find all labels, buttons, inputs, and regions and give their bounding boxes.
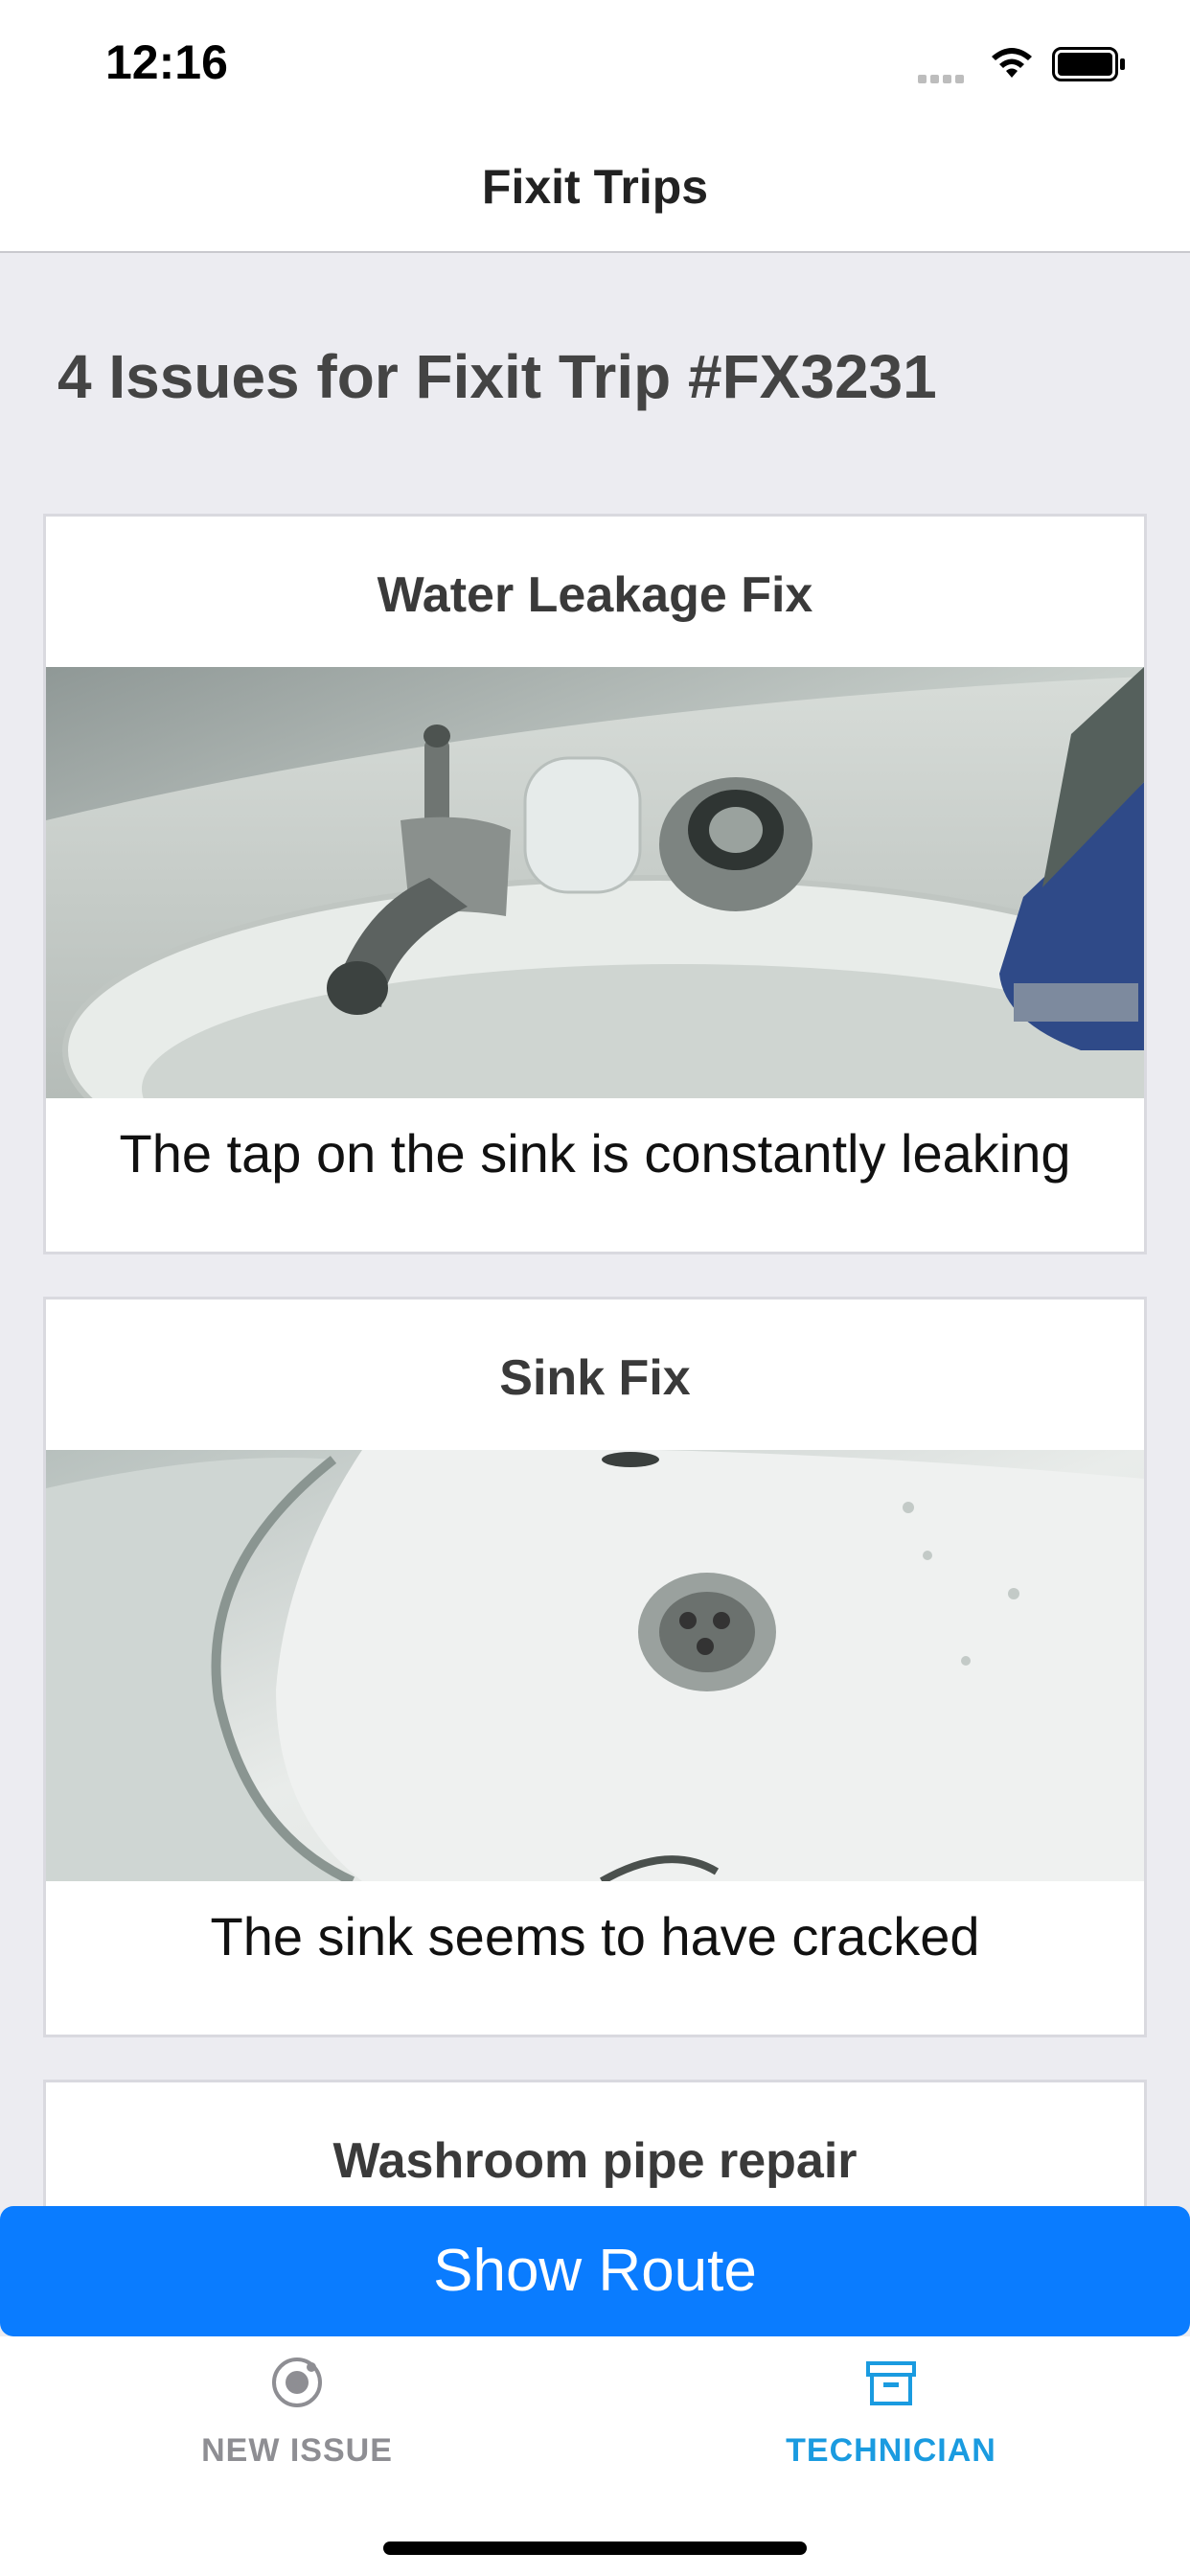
status-time: 12:16: [105, 35, 228, 89]
target-icon: [272, 2358, 322, 2407]
page-title: Fixit Trips: [481, 160, 709, 214]
cellular-signal-icon: [918, 71, 968, 88]
issue-photo: [46, 1450, 1144, 1881]
show-route-button[interactable]: Show Route: [0, 2206, 1190, 2336]
tab-bar: NEW ISSUE TECHNICIAN: [0, 2336, 1190, 2576]
issue-card[interactable]: Water Leakage Fix The tap on the sink is…: [43, 514, 1147, 1254]
tab-label: TECHNICIAN: [786, 2432, 996, 2469]
tab-new-issue[interactable]: NEW ISSUE: [96, 2354, 498, 2470]
archive-box-icon: [866, 2361, 916, 2405]
wifi-icon: [992, 48, 1032, 78]
status-bar: 12:16: [0, 0, 1190, 128]
trip-issues-heading: 4 Issues for Fixit Trip #FX3231: [57, 342, 937, 411]
home-indicator[interactable]: [383, 2542, 807, 2555]
issue-title: Sink Fix: [499, 1350, 691, 1406]
navigation-bar: Fixit Trips: [0, 128, 1190, 253]
tab-label: NEW ISSUE: [201, 2432, 393, 2469]
issue-photo: [46, 667, 1144, 1098]
tab-technician[interactable]: TECHNICIAN: [690, 2354, 1092, 2470]
battery-icon: [1052, 47, 1125, 81]
issue-description: The sink seems to have cracked: [210, 1906, 980, 1966]
issue-description: The tap on the sink is constantly leakin…: [119, 1123, 1071, 1184]
issue-title: Washroom pipe repair: [332, 2133, 858, 2189]
issue-title: Water Leakage Fix: [377, 567, 813, 623]
issue-card[interactable]: Sink Fix The sink seems to have cracked: [43, 1297, 1147, 2037]
